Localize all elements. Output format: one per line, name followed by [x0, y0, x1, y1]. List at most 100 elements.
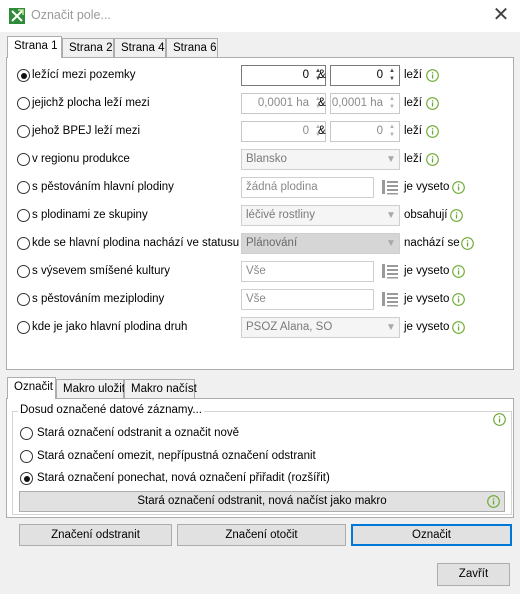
- plocha-to-spinner[interactable]: 0,0001 ha ▲ ▼: [330, 93, 400, 114]
- app-icon: [9, 8, 25, 24]
- info-icon[interactable]: [426, 69, 439, 82]
- close-button[interactable]: Zavřít: [437, 563, 510, 586]
- skupina-select[interactable]: léčivé rostliny ▼: [241, 205, 400, 226]
- suffix-8: je vyseto: [404, 265, 450, 277]
- radio-smisena[interactable]: [17, 265, 30, 278]
- info-icon[interactable]: [452, 265, 465, 278]
- chevron-down-icon: ▼: [386, 238, 396, 249]
- plocha-to-value: 0,0001 ha: [331, 97, 383, 109]
- radio-bpej[interactable]: [17, 125, 30, 138]
- suffix-9: je vyseto: [404, 293, 450, 305]
- druh-select[interactable]: PSOZ Alana, SO ▼: [241, 317, 400, 338]
- suffix-2: leží: [404, 97, 422, 109]
- suffix-10: je vyseto: [404, 321, 450, 333]
- amp-2: &: [318, 97, 326, 109]
- bpej-from-spinner[interactable]: 0 ▲ ▼: [241, 121, 326, 142]
- plocha-from-value: 0,0001 ha: [257, 97, 309, 109]
- suffix-6: obsahují: [404, 209, 448, 221]
- hlavni-plodina-field[interactable]: žádná plodina: [241, 177, 374, 198]
- suffix-7: nachází se: [404, 237, 460, 249]
- meziplodina-value: Vše: [246, 293, 266, 305]
- label-meziplodina: s pěstováním meziplodiny: [32, 293, 165, 305]
- region-select-value: Blansko: [246, 153, 287, 165]
- info-icon[interactable]: [426, 153, 439, 166]
- tab-strana-6[interactable]: Strana 6: [166, 38, 218, 58]
- pozemky-to-value: 0: [376, 69, 383, 81]
- label-bpej: jehož BPEJ leží mezi: [32, 125, 141, 137]
- radio-druh[interactable]: [17, 321, 30, 334]
- tab-makro-ulozit[interactable]: Makro uložit: [56, 379, 125, 399]
- list-picker-icon[interactable]: [381, 290, 399, 308]
- info-icon[interactable]: [452, 321, 465, 334]
- remove-marking-button[interactable]: Značení odstranit: [19, 524, 172, 546]
- label-plocha: jejichž plocha leží mezi: [32, 97, 150, 109]
- label-pozemky: ležící mezi pozemky: [32, 69, 136, 81]
- info-icon[interactable]: [426, 97, 439, 110]
- smisena-field[interactable]: Vše: [241, 261, 374, 282]
- bpej-to-spinner[interactable]: 0 ▲ ▼: [330, 121, 400, 142]
- hlavni-plodina-value: žádná plodina: [246, 181, 318, 193]
- info-icon[interactable]: [452, 293, 465, 306]
- option-1-label: Stará označení odstranit a označit nově: [37, 427, 240, 439]
- tab-makro-nacist[interactable]: Makro načíst: [124, 379, 197, 399]
- chevron-down-icon: ▼: [386, 210, 396, 221]
- radio-skupina[interactable]: [17, 209, 30, 222]
- close-icon[interactable]: ✕: [488, 3, 514, 29]
- info-icon[interactable]: [487, 495, 500, 508]
- list-picker-icon[interactable]: [381, 178, 399, 196]
- label-region: v regionu produkce: [32, 153, 130, 165]
- suffix-4: leží: [404, 153, 422, 165]
- bpej-from-value: 0: [302, 125, 309, 137]
- window-title: Označit pole...: [31, 8, 111, 22]
- info-icon[interactable]: [452, 181, 465, 194]
- meziplodina-field[interactable]: Vše: [241, 289, 374, 310]
- macro-button-label: Stará označení odstranit, nová načíst ja…: [137, 495, 387, 507]
- radio-region[interactable]: [17, 153, 30, 166]
- group-title: Dosud označené datové záznamy...: [18, 404, 204, 416]
- pozemky-from-value: 0: [302, 69, 309, 81]
- tab-oznacit[interactable]: Označit: [7, 377, 56, 399]
- radio-hlavni-plodina[interactable]: [17, 181, 30, 194]
- suffix-3: leží: [404, 125, 422, 137]
- amp-1: &: [318, 69, 326, 81]
- tab-strana-1[interactable]: Strana 1: [7, 36, 62, 58]
- tab-strana-2[interactable]: Strana 2: [62, 38, 114, 58]
- chevron-down-icon: ▼: [386, 154, 396, 165]
- suffix-5: je vyseto: [404, 181, 450, 193]
- bpej-to-value: 0: [376, 125, 383, 137]
- chevron-down-icon: ▼: [386, 322, 396, 333]
- amp-3: &: [318, 125, 326, 137]
- plocha-from-spinner[interactable]: 0,0001 ha ▲ ▼: [241, 93, 326, 114]
- region-select[interactable]: Blansko ▼: [241, 149, 400, 170]
- label-skupina: s plodinami ze skupiny: [32, 209, 148, 221]
- info-icon[interactable]: [461, 237, 474, 250]
- suffix-1: leží: [404, 69, 422, 81]
- smisena-value: Vše: [246, 265, 266, 277]
- label-smisena: s výsevem smíšené kultury: [32, 265, 171, 277]
- radio-option-3[interactable]: [20, 472, 33, 485]
- info-icon[interactable]: [450, 209, 463, 222]
- mark-button[interactable]: Označit: [351, 524, 512, 546]
- radio-pozemky[interactable]: [17, 69, 30, 82]
- status-select[interactable]: Plánování ▼: [241, 233, 400, 254]
- radio-option-2[interactable]: [20, 450, 33, 463]
- macro-button[interactable]: Stará označení odstranit, nová načíst ja…: [19, 491, 505, 512]
- invert-marking-button[interactable]: Značení otočit: [177, 524, 346, 546]
- skupina-select-value: léčivé rostliny: [246, 209, 316, 221]
- info-icon[interactable]: [426, 125, 439, 138]
- radio-meziplodina[interactable]: [17, 293, 30, 306]
- status-select-value: Plánování: [246, 237, 298, 249]
- radio-option-1[interactable]: [20, 427, 33, 440]
- option-2-label: Stará označení omezit, nepřípustná označ…: [37, 450, 316, 462]
- info-icon[interactable]: [493, 413, 506, 426]
- tab-strana-4[interactable]: Strana 4: [114, 38, 166, 58]
- label-status: kde se hlavní plodina nachází ve statusu: [32, 237, 240, 249]
- option-3-label: Stará označení ponechat, nová označení p…: [37, 472, 330, 484]
- label-druh: kde je jako hlavní plodina druh: [32, 321, 188, 333]
- pozemky-from-spinner[interactable]: 0 ▲ ▼: [241, 65, 326, 86]
- pozemky-to-spinner[interactable]: 0 ▲ ▼: [330, 65, 400, 86]
- druh-select-value: PSOZ Alana, SO: [246, 321, 333, 333]
- radio-plocha[interactable]: [17, 97, 30, 110]
- radio-status[interactable]: [17, 237, 30, 250]
- list-picker-icon[interactable]: [381, 262, 399, 280]
